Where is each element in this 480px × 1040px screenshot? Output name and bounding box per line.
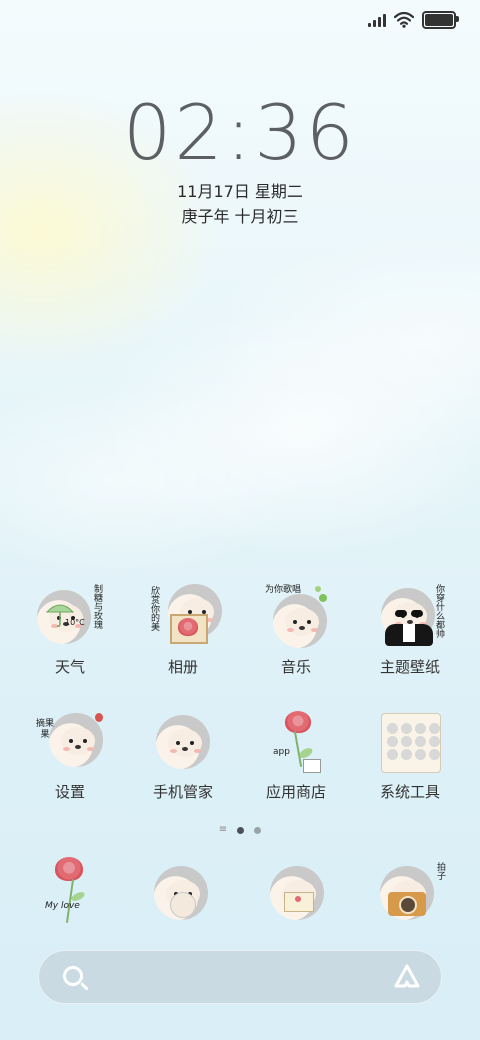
signal-icon	[368, 13, 386, 27]
wifi-icon	[394, 12, 414, 28]
dock-rose-caption: My love	[45, 901, 80, 911]
lunar-date-text: 庚子年 十月初三	[181, 207, 299, 226]
app-phone-manager[interactable]: 手机管家	[133, 709, 233, 802]
lockscreen-clock[interactable]: 02:36	[0, 88, 480, 177]
date-text[interactable]: 11月17日 星期二	[0, 178, 480, 202]
temperature-badge: 10°C	[65, 618, 85, 627]
battery-icon	[422, 11, 459, 29]
dock-camera[interactable]: 拍子	[374, 860, 445, 926]
menu-icon[interactable]: ≡	[219, 825, 227, 835]
app-label: 主题壁纸	[379, 658, 440, 676]
tools-hedgehog-icon	[377, 709, 443, 775]
gallery-hedgehog-icon: 欣赏你的美	[149, 584, 222, 650]
dock-rose-mylove[interactable]: My love	[37, 857, 103, 923]
app-weather[interactable]: 10°C 制糖与玫瑰 天气	[20, 584, 120, 677]
settings-caption: 摘果果	[35, 719, 54, 740]
status-bar	[368, 10, 459, 30]
app-label: 设置	[54, 783, 85, 801]
search-bar[interactable]	[38, 950, 442, 1004]
app-music[interactable]: 为你歌唱 音乐	[246, 584, 346, 677]
app-label: 应用商店	[265, 783, 326, 801]
page-indicator[interactable]: ≡	[0, 825, 480, 835]
dock-phone[interactable]	[148, 860, 214, 926]
app-label: 天气	[54, 658, 85, 676]
page-dot-2[interactable]	[254, 826, 262, 834]
page-dot-1[interactable]	[237, 826, 245, 834]
settings-hedgehog-icon: 摘果果	[36, 709, 103, 775]
security-hedgehog-icon	[150, 709, 216, 775]
app-label: 相册	[167, 658, 198, 676]
app-theme[interactable]: 你穿什么都帅 主题壁纸	[360, 584, 460, 677]
music-caption: 为你歌唱	[265, 585, 302, 595]
weather-caption: 制糖与玫瑰	[92, 584, 102, 629]
app-settings[interactable]: 摘果果 设置	[20, 709, 120, 802]
app-system-tools[interactable]: 系统工具	[360, 709, 460, 802]
appstore-rose-icon: app	[263, 709, 329, 775]
theme-hedgehog-icon: 你穿什么都帅	[377, 584, 444, 650]
appstore-caption: app	[273, 747, 290, 757]
app-label: 音乐	[280, 658, 311, 676]
search-icon[interactable]	[63, 966, 83, 986]
app-label: 系统工具	[379, 783, 440, 801]
dock-message[interactable]	[264, 860, 330, 926]
camera-caption: 拍子	[435, 862, 445, 880]
music-hedgehog-icon: 为你歌唱	[263, 584, 329, 650]
app-gallery[interactable]: 欣赏你的美 相册	[133, 584, 233, 677]
weather-hedgehog-icon: 10°C 制糖与玫瑰	[37, 584, 103, 650]
gallery-caption: 欣赏你的美	[149, 586, 159, 631]
assistant-icon[interactable]	[393, 963, 421, 991]
theme-caption: 你穿什么都帅	[434, 584, 444, 638]
app-label: 手机管家	[152, 783, 213, 801]
app-store[interactable]: app 应用商店	[246, 709, 346, 802]
